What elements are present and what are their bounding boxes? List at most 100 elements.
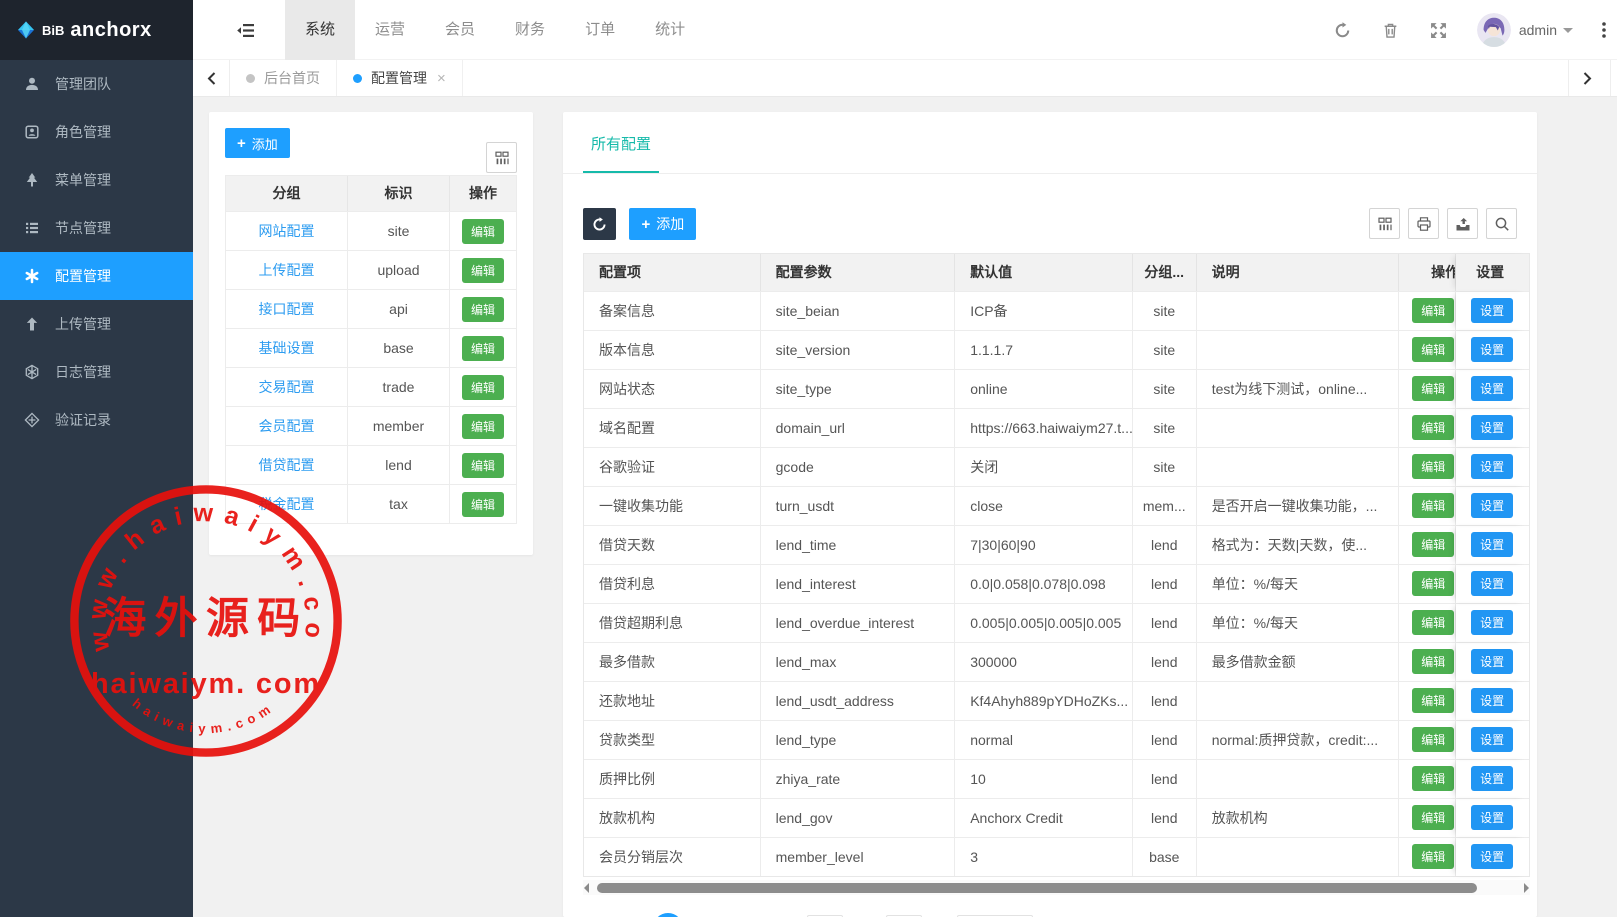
config-param: lend_time — [761, 526, 956, 564]
settings-button[interactable]: 设置 — [1471, 415, 1513, 440]
group-link[interactable]: 基础设置 — [226, 329, 348, 367]
close-icon[interactable]: × — [437, 70, 446, 87]
group-key: member — [348, 407, 450, 445]
settings-button[interactable]: 设置 — [1471, 376, 1513, 401]
settings-button[interactable]: 设置 — [1471, 454, 1513, 479]
nav-tab-system[interactable]: 系统 — [285, 0, 355, 60]
edit-button[interactable]: 编辑 — [1412, 688, 1454, 713]
chevron-down-icon[interactable] — [1563, 28, 1573, 38]
pagination-current-page[interactable] — [653, 913, 683, 917]
list-icon — [24, 220, 40, 236]
nav-tab-finance[interactable]: 财务 — [495, 0, 565, 60]
sidebar-item-team[interactable]: 管理团队 — [0, 60, 193, 108]
settings-button[interactable]: 设置 — [1471, 532, 1513, 557]
sidebar-item-log[interactable]: 日志管理 — [0, 348, 193, 396]
config-desc: 最多借款金额 — [1197, 643, 1400, 681]
settings-button[interactable]: 设置 — [1471, 610, 1513, 635]
nav-tab-member[interactable]: 会员 — [425, 0, 495, 60]
page-tabs: 后台首页配置管理× — [230, 60, 463, 96]
settings-button[interactable]: 设置 — [1471, 649, 1513, 674]
group-link[interactable]: 接口配置 — [226, 290, 348, 328]
horizontal-scrollbar[interactable] — [583, 880, 1530, 895]
sidebar-item-upload[interactable]: 上传管理 — [0, 300, 193, 348]
breadcrumb-tab-home[interactable]: 后台首页 — [230, 60, 337, 96]
scrollbar-left-arrow-icon[interactable] — [584, 883, 589, 893]
edit-button[interactable]: 编辑 — [1412, 766, 1454, 791]
edit-button[interactable]: 编辑 — [1412, 376, 1454, 401]
sidebar-item-role[interactable]: 角色管理 — [0, 108, 193, 156]
sidebar-item-menu[interactable]: 菜单管理 — [0, 156, 193, 204]
edit-button[interactable]: 编辑 — [1412, 337, 1454, 362]
edit-button[interactable]: 编辑 — [1412, 415, 1454, 440]
group-link[interactable]: 上传配置 — [226, 251, 348, 289]
nav-tab-stats[interactable]: 统计 — [635, 0, 705, 60]
edit-button[interactable]: 编辑 — [1412, 844, 1454, 869]
row-settings: 设置 — [1456, 370, 1529, 408]
fullscreen-icon[interactable] — [1415, 0, 1463, 60]
edit-button[interactable]: 编辑 — [462, 453, 504, 478]
edit-button[interactable]: 编辑 — [462, 336, 504, 361]
edit-button[interactable]: 编辑 — [1412, 454, 1454, 479]
avatar[interactable] — [1477, 13, 1511, 47]
group-panel: + 添加 分组 标识 操作 网站配置site编辑上传配置upload编辑接口配置… — [209, 112, 533, 555]
group-link[interactable]: 会员配置 — [226, 407, 348, 445]
edit-button[interactable]: 编辑 — [462, 258, 504, 283]
trash-icon[interactable] — [1367, 0, 1415, 60]
settings-button[interactable]: 设置 — [1471, 805, 1513, 830]
group-link[interactable]: 借贷配置 — [226, 446, 348, 484]
edit-button[interactable]: 编辑 — [1412, 610, 1454, 635]
refresh-icon[interactable] — [583, 208, 616, 240]
edit-button[interactable]: 编辑 — [462, 414, 504, 439]
settings-button[interactable]: 设置 — [1471, 844, 1513, 869]
settings-button[interactable]: 设置 — [1471, 298, 1513, 323]
config-param: domain_url — [761, 409, 956, 447]
column-header-value: 默认值 — [955, 254, 1133, 291]
username[interactable]: admin — [1519, 22, 1557, 38]
tab-all-configs[interactable]: 所有配置 — [583, 112, 659, 173]
edit-button[interactable]: 编辑 — [462, 297, 504, 322]
settings-button[interactable]: 设置 — [1471, 727, 1513, 752]
sidebar-item-node[interactable]: 节点管理 — [0, 204, 193, 252]
edit-button[interactable]: 编辑 — [1412, 805, 1454, 830]
columns-icon[interactable] — [486, 142, 517, 173]
settings-button[interactable]: 设置 — [1471, 571, 1513, 596]
refresh-icon[interactable] — [1319, 0, 1367, 60]
edit-button[interactable]: 编辑 — [462, 375, 504, 400]
edit-button[interactable]: 编辑 — [1412, 493, 1454, 518]
group-link[interactable]: 网站配置 — [226, 212, 348, 250]
settings-button[interactable]: 设置 — [1471, 688, 1513, 713]
group-link[interactable]: 交易配置 — [226, 368, 348, 406]
nav-tab-operate[interactable]: 运营 — [355, 0, 425, 60]
sidebar-item-verify[interactable]: 验证记录 — [0, 396, 193, 444]
print-icon[interactable] — [1408, 208, 1439, 239]
group-link[interactable]: 税金配置 — [226, 485, 348, 523]
row-actions: 编辑 — [1399, 331, 1456, 369]
edit-button[interactable]: 编辑 — [1412, 298, 1454, 323]
scrollbar-thumb[interactable] — [597, 883, 1477, 893]
edit-button[interactable]: 编辑 — [1412, 649, 1454, 674]
sidebar-item-config[interactable]: 配置管理 — [0, 252, 193, 300]
tabs-dropdown-icon[interactable] — [1610, 60, 1617, 96]
settings-button[interactable]: 设置 — [1471, 337, 1513, 362]
add-group-button[interactable]: + 添加 — [225, 128, 290, 158]
tabs-scroll-right-icon[interactable] — [1568, 60, 1605, 96]
collapse-menu-icon[interactable] — [223, 0, 267, 60]
scrollbar-right-arrow-icon[interactable] — [1524, 883, 1529, 893]
edit-button[interactable]: 编辑 — [462, 219, 504, 244]
add-config-button[interactable]: + 添加 — [629, 208, 696, 240]
columns-icon[interactable] — [1369, 208, 1400, 239]
config-value: Anchorx Credit — [955, 799, 1133, 837]
settings-button[interactable]: 设置 — [1471, 766, 1513, 791]
edit-button[interactable]: 编辑 — [1412, 727, 1454, 752]
settings-button[interactable]: 设置 — [1471, 493, 1513, 518]
more-vertical-icon[interactable] — [1591, 0, 1617, 60]
export-icon[interactable] — [1447, 208, 1478, 239]
edit-button[interactable]: 编辑 — [462, 492, 504, 517]
tabs-scroll-left-icon[interactable] — [193, 60, 230, 96]
edit-button[interactable]: 编辑 — [1412, 571, 1454, 596]
search-icon[interactable] — [1486, 208, 1517, 239]
edit-button[interactable]: 编辑 — [1412, 532, 1454, 557]
app-logo[interactable]: BiB anchorx — [0, 0, 193, 60]
breadcrumb-tab-config[interactable]: 配置管理× — [337, 60, 463, 96]
nav-tab-order[interactable]: 订单 — [565, 0, 635, 60]
